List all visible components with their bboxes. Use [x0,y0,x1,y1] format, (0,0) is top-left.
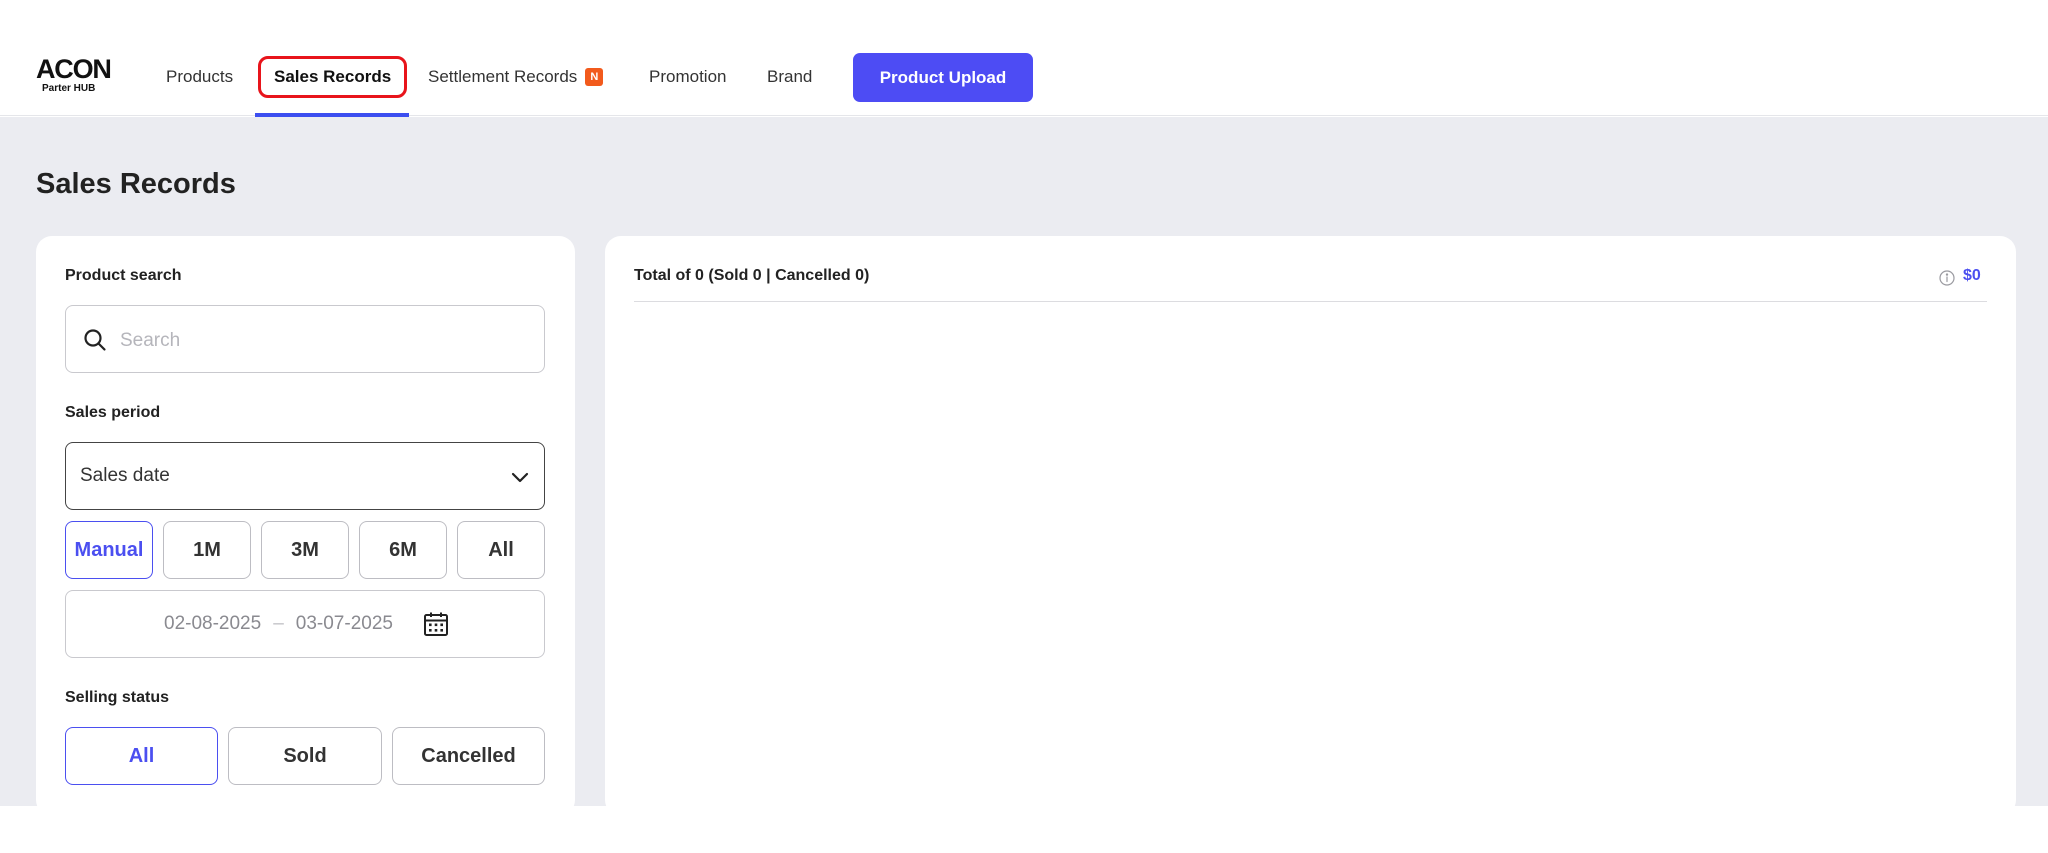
search-input[interactable] [118,322,522,360]
info-icon[interactable] [1939,270,1955,286]
sales-period-label: Sales period [65,404,161,421]
results-panel: Total of 0 (Sold 0 | Cancelled 0) $0 [605,236,2016,816]
search-field[interactable] [65,305,545,373]
results-summary: Total of 0 (Sold 0 | Cancelled 0) [634,267,870,284]
calendar-icon[interactable] [423,611,449,637]
status-cancelled-button[interactable]: Cancelled [392,727,545,785]
nav-settlement-records-label: Settlement Records [428,67,578,86]
acon-logo[interactable]: ACON Parter HUB [36,54,112,95]
period-6m-button[interactable]: 6M [359,521,447,579]
new-badge: N [585,68,604,86]
total-amount: $0 [1963,267,1981,284]
page-title: Sales Records [36,168,236,200]
date-to: 03-07-2025 [295,613,393,634]
period-1m-button[interactable]: 1M [163,521,251,579]
filter-panel: Product search Sales period Sales date M… [36,236,575,816]
logo-wordmark: ACON [36,54,112,84]
nav-promotion[interactable]: Promotion [649,60,726,94]
period-manual-button[interactable]: Manual [65,521,153,579]
sales-period-select[interactable]: Sales date [65,442,545,510]
logo-subtitle: Parter HUB [42,83,96,94]
period-3m-button[interactable]: 3M [261,521,349,579]
status-sold-button[interactable]: Sold [228,727,382,785]
product-upload-button[interactable]: Product Upload [853,53,1033,102]
product-search-label: Product search [65,267,182,284]
chevron-down-icon [511,472,529,483]
period-all-button[interactable]: All [457,521,545,579]
status-all-button[interactable]: All [65,727,218,785]
date-range-text: 02-08-2025–03-07-2025 [164,613,393,635]
nav-sales-records[interactable]: Sales Records [258,56,408,98]
date-separator: – [273,613,284,634]
nav-settlement-records[interactable]: Settlement Records N [428,60,604,94]
search-icon [84,329,106,351]
selling-status-label: Selling status [65,689,170,706]
date-from: 02-08-2025 [164,613,262,634]
nav-brand[interactable]: Brand [767,60,812,94]
nav-products[interactable]: Products [166,60,233,94]
results-divider [634,301,1987,302]
date-range-picker[interactable]: 02-08-2025–03-07-2025 [65,590,545,658]
top-navigation-bar: ACON Parter HUB Products Sales Records S… [0,0,2048,116]
sales-period-value: Sales date [80,465,170,486]
